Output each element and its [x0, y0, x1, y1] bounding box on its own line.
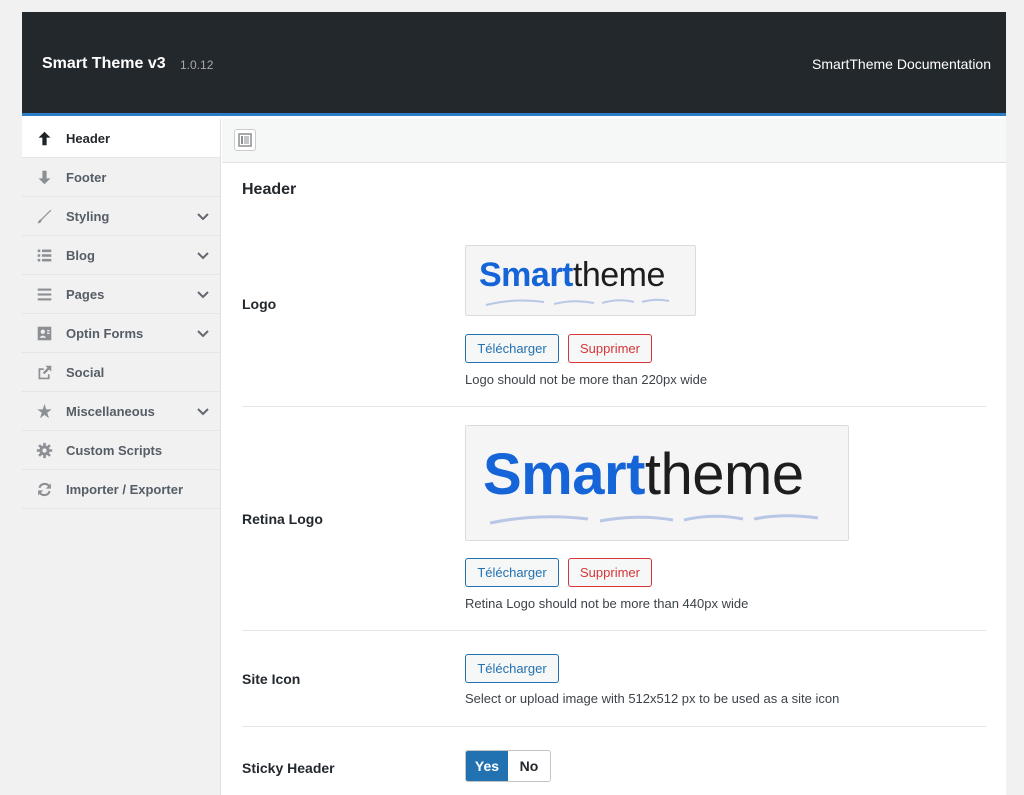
- logo-swoosh-decoration: [485, 298, 670, 306]
- logo-label: Logo: [242, 296, 277, 312]
- menu-lines-icon: [22, 286, 66, 303]
- gear-icon: [22, 442, 66, 459]
- sticky-header-yes-button[interactable]: Yes: [466, 751, 508, 781]
- sidebar-item-label: Miscellaneous: [66, 403, 155, 419]
- sidebar-item-custom-scripts[interactable]: Custom Scripts: [22, 431, 220, 470]
- sidebar-item-label: Custom Scripts: [66, 442, 163, 458]
- arrow-down-icon: [22, 169, 66, 186]
- toggle-sidebar-button[interactable]: [234, 129, 256, 151]
- chevron-down-icon[interactable]: [196, 288, 210, 302]
- sidebar-item-styling[interactable]: Styling: [22, 197, 220, 236]
- chevron-down-icon[interactable]: [196, 249, 210, 263]
- logo-remove-button[interactable]: Supprimer: [568, 334, 652, 363]
- chevron-down-icon[interactable]: [196, 210, 210, 224]
- retina-logo-label: Retina Logo: [242, 511, 323, 527]
- sidebar-item-label: Footer: [66, 169, 107, 185]
- retina-logo-description: Retina Logo should not be more than 440p…: [465, 596, 749, 611]
- sidebar-item-optin-forms[interactable]: Optin Forms: [22, 314, 220, 353]
- site-icon-upload-button[interactable]: Télécharger: [465, 654, 559, 683]
- sidebar-item-social[interactable]: Social: [22, 353, 220, 392]
- sidebar-item-label: Pages: [66, 286, 105, 302]
- sidebar-item-pages[interactable]: Pages: [22, 275, 220, 314]
- divider: [242, 406, 986, 407]
- site-icon-description: Select or upload image with 512x512 px t…: [465, 691, 840, 706]
- logo-preview: Smarttheme: [465, 245, 696, 316]
- logo-description: Logo should not be more than 220px wide: [465, 372, 708, 387]
- sticky-header-toggle: Yes No: [465, 750, 551, 782]
- divider: [242, 726, 986, 727]
- content-toolbar: [222, 119, 1006, 163]
- retina-logo-upload-button[interactable]: Télécharger: [465, 558, 559, 587]
- sidebar-item-header[interactable]: Header: [22, 119, 220, 158]
- logo-brand-text: Smarttheme: [479, 256, 665, 294]
- logo-upload-button[interactable]: Télécharger: [465, 334, 559, 363]
- contact-card-icon: [22, 325, 66, 342]
- settings-panel: Header Logo Smarttheme Télécharger Suppr…: [222, 163, 1006, 795]
- sidebar-item-label: Optin Forms: [66, 325, 144, 341]
- app-version: 1.0.12: [180, 58, 214, 72]
- star-icon: [22, 403, 66, 420]
- sidebar-item-blog[interactable]: Blog: [22, 236, 220, 275]
- sidebar-item-label: Styling: [66, 208, 110, 224]
- share-icon: [22, 364, 66, 381]
- sidebar-item-label: Social: [66, 364, 105, 380]
- top-bar: Smart Theme v3 1.0.12 SmartTheme Documen…: [22, 12, 1006, 116]
- sidebar-item-label: Blog: [66, 247, 95, 263]
- sticky-header-no-button[interactable]: No: [508, 751, 550, 781]
- sync-icon: [22, 481, 66, 498]
- app-window: Smart Theme v3 1.0.12 SmartTheme Documen…: [22, 12, 1006, 795]
- app-title: Smart Theme v3: [42, 55, 166, 72]
- site-icon-label: Site Icon: [242, 671, 301, 687]
- section-title: Header: [242, 181, 297, 198]
- sidebar-item-importer-exporter[interactable]: Importer / Exporter: [22, 470, 220, 509]
- layout-icon: [238, 133, 252, 147]
- retina-logo-remove-button[interactable]: Supprimer: [568, 558, 652, 587]
- top-bar-accent: [22, 113, 1006, 116]
- sidebar-item-label: Importer / Exporter: [66, 481, 184, 497]
- divider: [242, 630, 986, 631]
- chevron-down-icon[interactable]: [196, 327, 210, 341]
- retina-logo-swoosh-decoration: [489, 514, 819, 525]
- retina-logo-preview: Smarttheme: [465, 425, 849, 541]
- sidebar-item-miscellaneous[interactable]: Miscellaneous: [22, 392, 220, 431]
- documentation-link[interactable]: SmartTheme Documentation: [812, 56, 991, 72]
- retina-logo-brand-text: Smarttheme: [483, 442, 804, 507]
- arrow-up-icon: [22, 130, 66, 147]
- brush-icon: [22, 208, 66, 225]
- list-icon: [22, 247, 66, 264]
- chevron-down-icon[interactable]: [196, 405, 210, 419]
- sidebar-item-footer[interactable]: Footer: [22, 158, 220, 197]
- sidebar: Header Footer Styling Blog Pages Optin F…: [22, 119, 221, 795]
- sticky-header-label: Sticky Header: [242, 760, 335, 776]
- sidebar-item-label: Header: [66, 130, 111, 146]
